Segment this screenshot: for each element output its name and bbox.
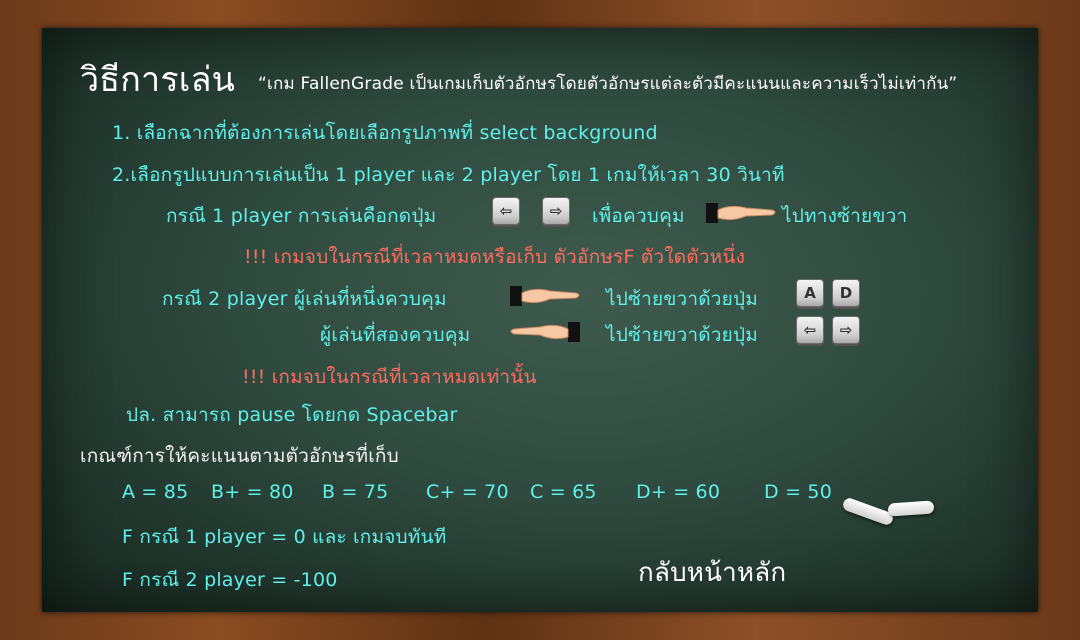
right-arrow-key-icon: ⇨ bbox=[832, 316, 860, 344]
grade-item: B = 75 bbox=[322, 481, 389, 503]
step-1-text: 1. เลือกฉากที่ต้องการเล่นโดยเลือกรูปภาพท… bbox=[112, 122, 658, 144]
f-grade-one-player: F กรณี 1 player = 0 และ เกมจบทันที bbox=[122, 526, 447, 548]
left-arrow-key-icon: ⇦ bbox=[492, 197, 520, 225]
hand-pointing-right-icon bbox=[510, 286, 580, 306]
back-home-button[interactable]: กลับหน้าหลัก bbox=[638, 552, 786, 593]
page-title: วิธีการเล่น bbox=[80, 60, 236, 100]
one-player-prefix: กรณี 1 player การเล่นคือกดปุ่ม bbox=[166, 205, 437, 227]
grade-item: C+ = 70 bbox=[426, 481, 509, 503]
one-player-end-rule: !!! เกมจบในกรณีที่เวลาหมดหรือเก็บ ตัวอัก… bbox=[244, 246, 746, 268]
hand-pointing-right-icon bbox=[706, 203, 776, 223]
pause-note: ปล. สามารถ pause โดยกด Spacebar bbox=[126, 404, 458, 426]
hand-pointing-left-icon bbox=[510, 322, 580, 342]
left-arrow-key-icon: ⇦ bbox=[796, 316, 824, 344]
one-player-suffix: ไปทางซ้ายขวา bbox=[782, 205, 908, 227]
d-key-icon: D bbox=[832, 279, 860, 307]
two-player-p2-suffix: ไปซ้ายขวาด้วยปุ่ม bbox=[606, 324, 758, 346]
grade-item: D = 50 bbox=[764, 481, 833, 503]
grade-item: C = 65 bbox=[530, 481, 597, 503]
grade-item: B+ = 80 bbox=[211, 481, 294, 503]
game-tagline: “เกม FallenGrade เป็นเกมเก็บตัวอักษรโดยต… bbox=[258, 74, 958, 94]
right-arrow-key-icon: ⇨ bbox=[542, 197, 570, 225]
step-2-text: 2.เลือกรูปแบบการเล่นเป็น 1 player และ 2 … bbox=[112, 164, 785, 186]
two-player-p2-prefix: ผู้เล่นที่สองควบคุม bbox=[320, 324, 471, 346]
scoring-heading: เกณฑ์การให้คะแนนตามตัวอักษรที่เก็บ bbox=[80, 445, 399, 467]
one-player-mid: เพื่อควบคุม bbox=[592, 205, 685, 227]
a-key-icon: A bbox=[796, 279, 824, 307]
grade-item: A = 85 bbox=[122, 481, 189, 503]
two-player-p1-suffix: ไปซ้ายขวาด้วยปุ่ม bbox=[606, 288, 758, 310]
two-player-p1-prefix: กรณี 2 player ผู้เล่นที่หนึ่งควบคุม bbox=[162, 288, 447, 310]
grade-item: D+ = 60 bbox=[636, 481, 721, 503]
two-player-end-rule: !!! เกมจบในกรณีที่เวลาหมดเท่านั้น bbox=[242, 366, 537, 388]
f-grade-two-player: F กรณี 2 player = -100 bbox=[122, 569, 338, 591]
